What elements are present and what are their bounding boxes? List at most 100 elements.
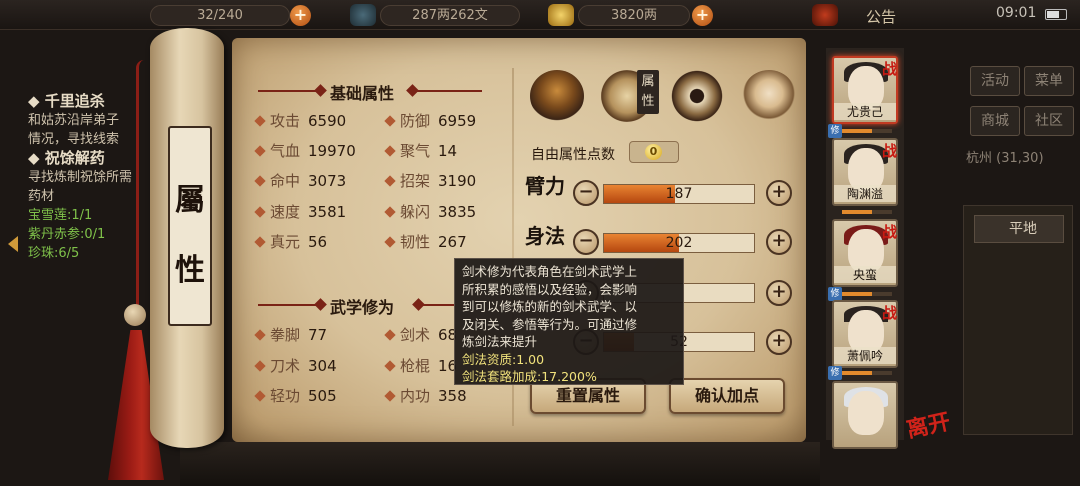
strength-plus-button[interactable]: + bbox=[766, 180, 792, 206]
bottom-menu-bar bbox=[180, 442, 820, 486]
diamond-icon bbox=[254, 145, 266, 157]
silver-value: 3820两 bbox=[610, 8, 658, 23]
martial-spear[interactable]: 枪棍 16 bbox=[384, 356, 457, 376]
quest-item-2: 紫丹赤参:0/1 bbox=[28, 227, 106, 242]
confirm-points-button[interactable]: 确认加点 bbox=[669, 378, 785, 414]
attr-value: 3190 bbox=[438, 172, 477, 190]
battery-icon bbox=[1045, 9, 1067, 20]
attr-value: 3073 bbox=[308, 172, 347, 190]
shop-button[interactable]: 商城 bbox=[970, 106, 1020, 136]
attr-toughness[interactable]: 韧性 267 bbox=[384, 232, 467, 252]
attr-label: 命中 bbox=[270, 172, 301, 190]
party-member-name: 央蛮 bbox=[834, 266, 896, 283]
attr-label: 枪棍 bbox=[400, 357, 431, 375]
martial-inner[interactable]: 内功 358 bbox=[384, 386, 467, 406]
party-member-name: 陶渊溢 bbox=[834, 185, 896, 202]
quest-tracker[interactable]: ◆ 千里追杀 和姑苏沿岸弟子 情况，寻找线索 ◆ 祝馀解药 寻找炼制祝馀所需 药… bbox=[28, 92, 168, 263]
agility-plus-button[interactable]: + bbox=[766, 229, 792, 255]
attr-label: 刀术 bbox=[270, 357, 301, 375]
quest-desc-2b: 药材 bbox=[28, 189, 55, 204]
header-diamond-left bbox=[314, 298, 327, 311]
attr-attack[interactable]: 攻击 6590 bbox=[254, 111, 346, 131]
quest-desc-1b: 情况，寻找线索 bbox=[28, 132, 120, 147]
diamond-icon bbox=[254, 329, 266, 341]
attr-value: 56 bbox=[308, 233, 328, 251]
tab-equipment-hat-icon[interactable] bbox=[530, 70, 584, 122]
attr-hit[interactable]: 命中 3073 bbox=[254, 171, 347, 191]
city-label: 杭州 (31,30) bbox=[966, 147, 1044, 166]
attr-label: 气血 bbox=[270, 142, 301, 160]
attr-label: 内功 bbox=[400, 387, 431, 405]
header-line-left bbox=[258, 90, 320, 92]
stat-name-agility: 身法 bbox=[525, 224, 565, 248]
copper-value: 287两262文 bbox=[412, 8, 488, 23]
attr-speed[interactable]: 速度 3581 bbox=[254, 202, 346, 222]
basic-attributes-title: 基础属性 bbox=[330, 84, 395, 103]
tassel-knot bbox=[124, 304, 146, 326]
constitution-plus-button[interactable]: + bbox=[766, 280, 792, 306]
stamina-display: 32/240 bbox=[150, 5, 290, 26]
menu-button[interactable]: 菜单 bbox=[1024, 66, 1074, 96]
martial-blade[interactable]: 刀术 304 bbox=[254, 356, 337, 376]
party-member-5[interactable] bbox=[832, 381, 898, 449]
attr-qi[interactable]: 聚气 14 bbox=[384, 141, 458, 161]
attr-label: 轻功 bbox=[270, 387, 301, 405]
attr-label: 攻击 bbox=[270, 112, 301, 130]
wisdom-plus-button[interactable]: + bbox=[766, 329, 792, 355]
martial-sword[interactable]: 剑术 68 bbox=[384, 325, 457, 345]
attr-defense[interactable]: 防御 6959 bbox=[384, 111, 476, 131]
copper-coin-icon bbox=[350, 4, 376, 26]
party-exp-bar bbox=[842, 210, 892, 214]
attr-value: 505 bbox=[308, 387, 337, 405]
attr-label: 真元 bbox=[270, 233, 301, 251]
party-exp-bar bbox=[842, 292, 892, 296]
diamond-icon bbox=[254, 390, 266, 402]
strength-minus-button[interactable]: − bbox=[573, 180, 599, 206]
martial-fist[interactable]: 拳脚 77 bbox=[254, 325, 328, 345]
tassel-cord bbox=[136, 60, 144, 320]
attr-value: 14 bbox=[438, 142, 458, 160]
attr-hp[interactable]: 气血 19970 bbox=[254, 141, 356, 161]
collapse-arrow-icon[interactable] bbox=[8, 236, 18, 252]
add-stamina-button[interactable]: + bbox=[290, 5, 311, 26]
diamond-icon bbox=[384, 390, 396, 402]
diamond-icon bbox=[384, 329, 396, 341]
tooltip-line-1: 剑术修为代表角色在剑术武学上 bbox=[462, 264, 638, 279]
stamina-value: 32/240 bbox=[197, 8, 243, 23]
diamond-icon bbox=[254, 115, 266, 127]
scroll-title-char-2: 性 bbox=[175, 253, 205, 288]
notice-button[interactable]: 公告 bbox=[866, 6, 896, 27]
tab-meridian-figure-icon[interactable] bbox=[742, 70, 796, 122]
attr-zhenyuan[interactable]: 真元 56 bbox=[254, 232, 328, 252]
cultivation-badge-icon: 修 bbox=[828, 124, 842, 138]
attr-value: 77 bbox=[308, 326, 328, 344]
scroll-title: 屬 性 bbox=[168, 126, 212, 326]
lantern-icon bbox=[812, 4, 838, 26]
community-button[interactable]: 社区 bbox=[1024, 106, 1074, 136]
tab-bagua-icon[interactable] bbox=[670, 70, 724, 122]
clock: 09:01 bbox=[996, 5, 1037, 21]
quest-title-2: ◆ 祝馀解药 bbox=[28, 149, 105, 167]
copper-display: 287两262文 bbox=[380, 5, 520, 26]
attr-parry[interactable]: 招架 3190 bbox=[384, 171, 477, 191]
agility-minus-button[interactable]: − bbox=[573, 229, 599, 255]
attr-label: 速度 bbox=[270, 203, 301, 221]
attr-label: 韧性 bbox=[400, 233, 431, 251]
top-hud: 32/240 + 287两262文 3820两 + 公告 09:01 bbox=[0, 0, 1080, 30]
attr-dodge[interactable]: 躲闪 3835 bbox=[384, 202, 476, 222]
header-line-left bbox=[258, 304, 320, 306]
diamond-icon bbox=[254, 360, 266, 372]
martial-lightness[interactable]: 轻功 505 bbox=[254, 386, 337, 406]
party-exp-bar bbox=[842, 371, 892, 375]
activity-button[interactable]: 活动 bbox=[970, 66, 1020, 96]
stat-name-strength: 臂力 bbox=[525, 174, 565, 198]
attr-label: 防御 bbox=[400, 112, 431, 130]
strength-bar: 187 bbox=[603, 184, 755, 204]
battle-badge-icon: 战 bbox=[882, 223, 898, 241]
add-silver-button[interactable]: + bbox=[692, 5, 713, 26]
header-line-right bbox=[414, 90, 482, 92]
sword-skill-tooltip: 剑术修为代表角色在剑术武学上 所积累的感悟以及经验，会影响 到可以修炼的新的剑术… bbox=[454, 258, 684, 385]
terrain-label: 平地 bbox=[974, 215, 1064, 243]
martial-header: 武学修为 bbox=[258, 294, 454, 317]
leave-button[interactable]: 离开 bbox=[903, 404, 953, 444]
